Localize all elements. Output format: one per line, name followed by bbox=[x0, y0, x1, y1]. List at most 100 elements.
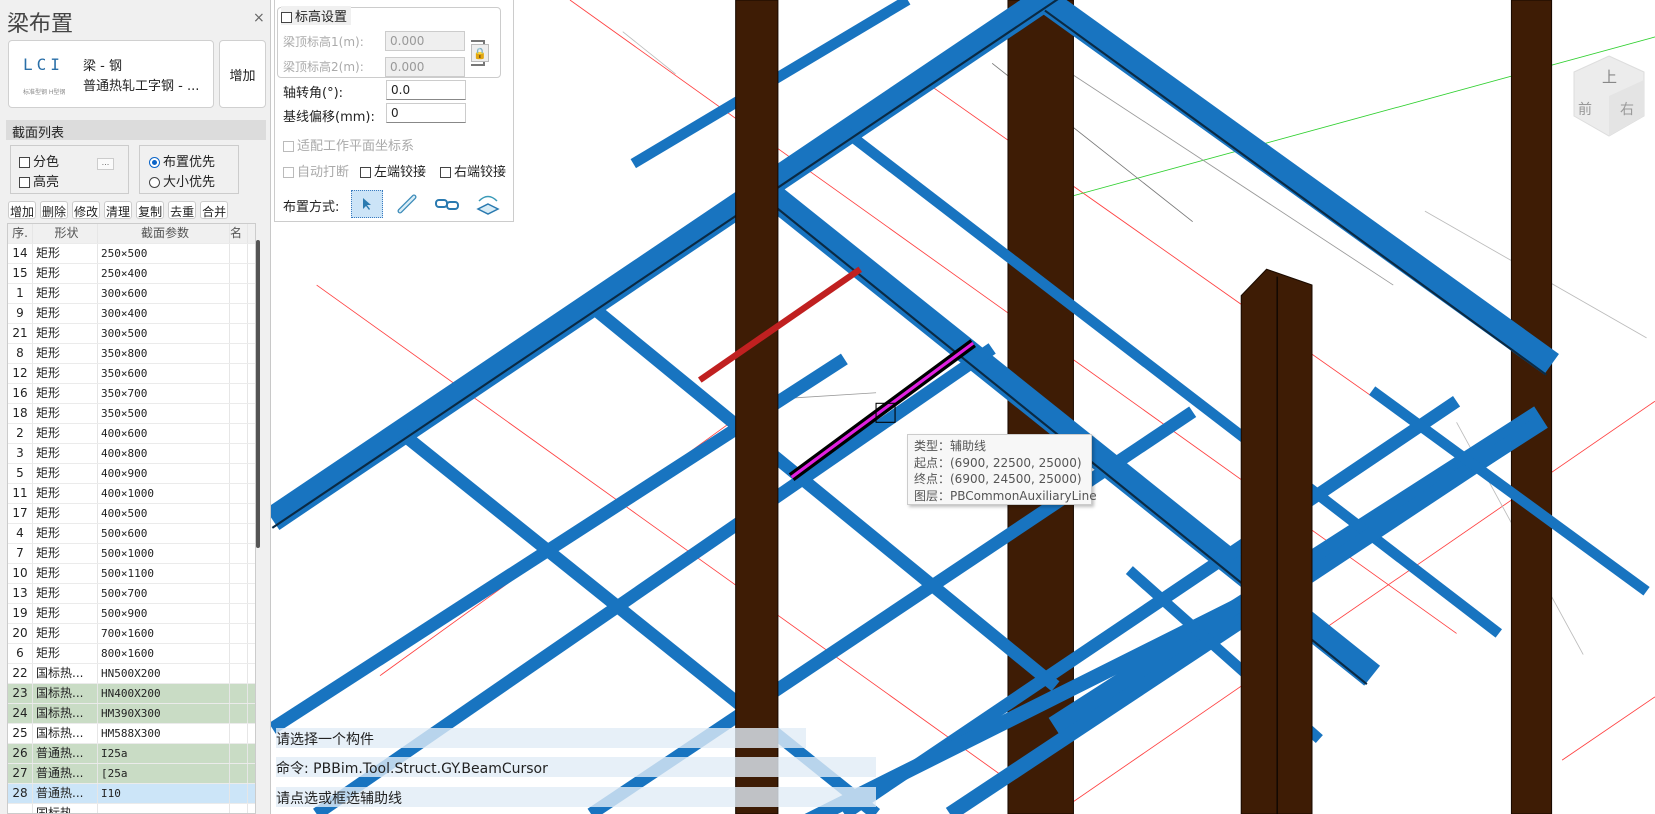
table-row[interactable]: 2 矩形 400×600 bbox=[8, 424, 255, 444]
top1-input[interactable]: 0.000 bbox=[385, 31, 465, 51]
merge-button[interactable]: 合并 bbox=[200, 201, 229, 219]
draw-line-mode-icon[interactable] bbox=[391, 190, 423, 218]
col-shape[interactable]: 形状 bbox=[33, 224, 98, 243]
placement-settings: 标高设置 梁顶标高1(m): 0.000 梁顶标高2(m): 0.000 🔒 轴… bbox=[274, 0, 514, 222]
dedupe-button[interactable]: 去重 bbox=[168, 201, 197, 219]
cell-name bbox=[230, 464, 248, 483]
offset-input[interactable]: 0 bbox=[386, 103, 466, 123]
auto-break-label: 自动打断 bbox=[297, 165, 350, 180]
cell-index: 1 bbox=[8, 284, 33, 303]
viewcube-right[interactable]: 右 bbox=[1620, 102, 1634, 118]
viewcube-top[interactable]: 上 bbox=[1602, 68, 1617, 86]
table-row[interactable]: 3 矩形 400×800 bbox=[8, 444, 255, 464]
fit-plane-checkbox[interactable]: 适配工作平面坐标系 bbox=[283, 135, 414, 154]
auto-break-checkbox[interactable]: 自动打断 bbox=[283, 161, 349, 180]
rotation-input[interactable]: 0.0 bbox=[386, 80, 466, 100]
view-cube[interactable]: 上 前 右 bbox=[1568, 52, 1650, 142]
right-hinge-checkbox[interactable]: 右端铰接 bbox=[440, 161, 506, 180]
display-options-group: 分色 高亮 ... bbox=[10, 145, 129, 194]
cell-params: 350×800 bbox=[98, 344, 230, 363]
elevation-checkbox[interactable]: 标高设置 bbox=[281, 6, 352, 25]
left-hinge-checkbox[interactable]: 左端铰接 bbox=[360, 161, 426, 180]
logo-caption: 标准型钢 H型钢 bbox=[23, 89, 66, 96]
lock-icon[interactable]: 🔒 bbox=[471, 44, 489, 62]
top2-input[interactable]: 0.000 bbox=[385, 57, 465, 77]
clean-button[interactable]: 清理 bbox=[104, 201, 133, 219]
table-row[interactable]: 16 矩形 350×700 bbox=[8, 384, 255, 404]
add-button[interactable]: 增加 bbox=[8, 201, 37, 219]
table-row[interactable]: 28 普通热... I10 bbox=[8, 784, 255, 804]
table-row[interactable]: 1 矩形 300×600 bbox=[8, 284, 255, 304]
table-row[interactable]: 11 矩形 400×1000 bbox=[8, 484, 255, 504]
cell-shape: 矩形 bbox=[33, 544, 98, 563]
cell-shape: 矩形 bbox=[33, 504, 98, 523]
layout-priority-radio[interactable]: 布置优先 bbox=[149, 151, 215, 170]
cell-index: 6 bbox=[8, 644, 33, 663]
cell-name bbox=[230, 604, 248, 623]
table-row[interactable]: 22 国标热... HN500X200 bbox=[8, 664, 255, 684]
cell-name bbox=[230, 504, 248, 523]
viewcube-front[interactable]: 前 bbox=[1578, 101, 1592, 118]
cell-params: HM390X300 bbox=[98, 704, 230, 723]
cell-params bbox=[98, 804, 230, 813]
cell-params: 400×900 bbox=[98, 464, 230, 483]
card-category: 梁 - 钢 bbox=[83, 59, 122, 74]
table-row[interactable]: 5 矩形 400×900 bbox=[8, 464, 255, 484]
size-priority-radio[interactable]: 大小优先 bbox=[149, 171, 215, 190]
table-row[interactable]: 24 国标热... HM390X300 bbox=[8, 704, 255, 724]
table-row[interactable]: 27 普通热... [25a bbox=[8, 764, 255, 784]
highlight-checkbox[interactable]: 高亮 bbox=[19, 171, 59, 190]
cell-index: 4 bbox=[8, 524, 33, 543]
table-row[interactable]: 19 矩形 500×900 bbox=[8, 604, 255, 624]
table-row[interactable]: 7 矩形 500×1000 bbox=[8, 544, 255, 564]
delete-button[interactable]: 删除 bbox=[40, 201, 69, 219]
table-row[interactable]: 6 矩形 800×1600 bbox=[8, 644, 255, 664]
more-options-button[interactable]: ... bbox=[97, 158, 114, 170]
table-row[interactable]: 17 矩形 400×500 bbox=[8, 504, 255, 524]
cell-name bbox=[230, 424, 248, 443]
col-params[interactable]: 截面参数 bbox=[98, 224, 230, 243]
cell-index: 14 bbox=[8, 244, 33, 263]
table-row[interactable]: 10 矩形 500×1100 bbox=[8, 564, 255, 584]
grid-area-mode-icon[interactable] bbox=[472, 190, 504, 218]
cell-shape: 普通热... bbox=[33, 784, 98, 803]
add-section-button[interactable]: 增加 bbox=[219, 40, 266, 108]
table-row[interactable]: 12 矩形 350×600 bbox=[8, 364, 255, 384]
cell-index: 8 bbox=[8, 344, 33, 363]
cell-params: 500×700 bbox=[98, 584, 230, 603]
section-type-card[interactable]: LCI 标准型钢 H型钢 梁 - 钢 普通热轧工字钢 - ... bbox=[8, 40, 214, 108]
table-row[interactable]: 21 矩形 300×500 bbox=[8, 324, 255, 344]
color-split-checkbox[interactable]: 分色 bbox=[19, 151, 59, 170]
chain-mode-icon[interactable] bbox=[431, 190, 463, 218]
copy-button[interactable]: 复制 bbox=[136, 201, 165, 219]
table-scrollbar[interactable] bbox=[256, 240, 260, 548]
col-index[interactable]: 序. bbox=[8, 224, 33, 243]
table-row[interactable]: 8 矩形 350×800 bbox=[8, 344, 255, 364]
cell-index: 3 bbox=[8, 444, 33, 463]
right-hinge-label: 右端铰接 bbox=[454, 165, 507, 180]
cell-shape: 矩形 bbox=[33, 244, 98, 263]
col-name[interactable]: 名 bbox=[230, 224, 248, 243]
table-row[interactable]: 15 矩形 250×400 bbox=[8, 264, 255, 284]
cell-shape: 矩形 bbox=[33, 284, 98, 303]
table-row[interactable]: 23 国标热... HN400X200 bbox=[8, 684, 255, 704]
table-row[interactable]: 13 矩形 500×700 bbox=[8, 584, 255, 604]
cell-params: 400×1000 bbox=[98, 484, 230, 503]
cell-index: 7 bbox=[8, 544, 33, 563]
table-row[interactable]: 26 普通热... I25a bbox=[8, 744, 255, 764]
cell-name bbox=[230, 384, 248, 403]
table-row[interactable]: 9 矩形 300×400 bbox=[8, 304, 255, 324]
modify-button[interactable]: 修改 bbox=[72, 201, 101, 219]
table-row[interactable]: 14 矩形 250×500 bbox=[8, 244, 255, 264]
cell-shape: 国标热... bbox=[33, 664, 98, 683]
table-row[interactable]: 国标热... bbox=[8, 804, 255, 813]
table-row[interactable]: 25 国标热... HM588X300 bbox=[8, 724, 255, 744]
pick-mode-icon[interactable] bbox=[351, 190, 383, 218]
cell-shape: 国标热... bbox=[33, 804, 98, 813]
table-row[interactable]: 4 矩形 500×600 bbox=[8, 524, 255, 544]
close-icon[interactable]: × bbox=[253, 10, 265, 26]
command-line: 命令: PBBim.Tool.Struct.GY.BeamCursor bbox=[276, 761, 548, 777]
table-row[interactable]: 20 矩形 700×1600 bbox=[8, 624, 255, 644]
cell-params: 350×600 bbox=[98, 364, 230, 383]
table-row[interactable]: 18 矩形 350×500 bbox=[8, 404, 255, 424]
